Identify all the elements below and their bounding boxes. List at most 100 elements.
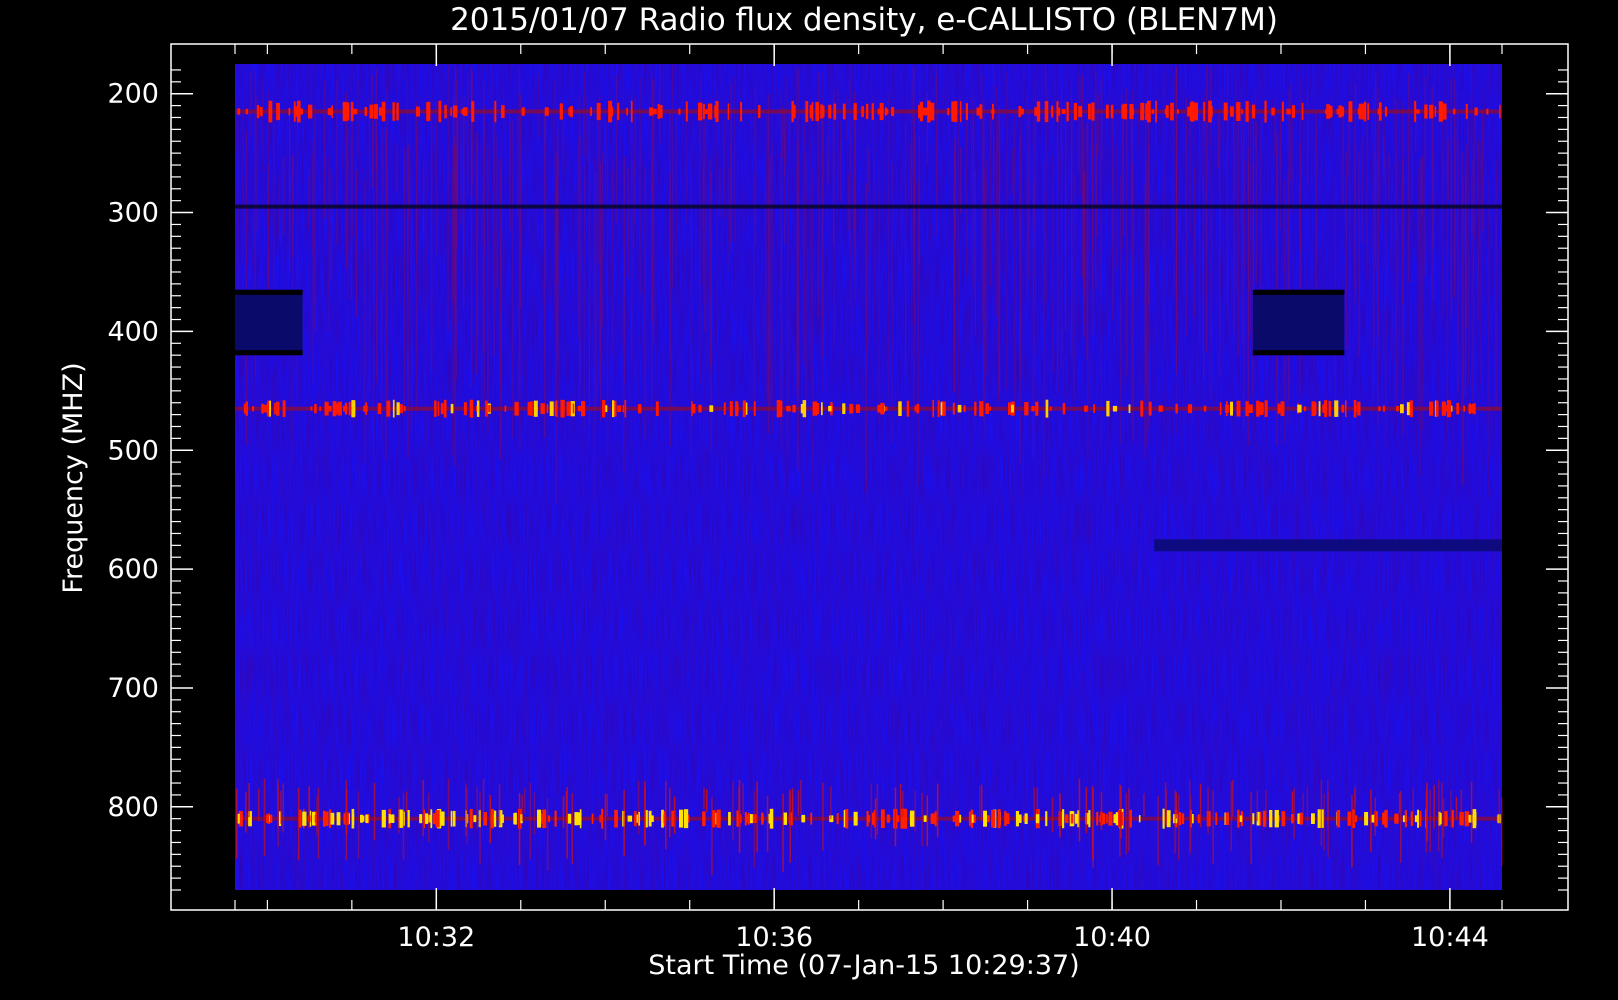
rfi-burst bbox=[450, 403, 454, 414]
rfi-burst bbox=[1131, 108, 1134, 115]
rfi-burst bbox=[691, 401, 693, 417]
rfi-burst bbox=[881, 108, 884, 115]
rfi-burst bbox=[1404, 810, 1407, 828]
rfi-burst bbox=[601, 808, 604, 829]
rfi-burst bbox=[435, 810, 440, 828]
striation bbox=[1206, 65, 1208, 352]
rfi-burst bbox=[1274, 810, 1279, 828]
rfi-burst-streak bbox=[482, 779, 485, 817]
striation bbox=[1361, 137, 1363, 243]
rfi-burst-streak bbox=[447, 778, 450, 850]
spectrogram-image bbox=[235, 64, 1503, 890]
rfi-burst bbox=[1024, 813, 1028, 824]
rfi-burst bbox=[1175, 403, 1178, 414]
striation bbox=[1219, 100, 1221, 377]
rfi-burst bbox=[1338, 105, 1343, 118]
rfi-burst-streak bbox=[1501, 797, 1503, 866]
rfi-burst-streak bbox=[1370, 789, 1372, 852]
striation bbox=[455, 147, 457, 381]
rfi-burst bbox=[740, 101, 743, 122]
striation bbox=[493, 105, 495, 356]
rfi-burst bbox=[702, 811, 706, 827]
rfi-burst bbox=[1112, 405, 1118, 412]
rfi-burst-streak bbox=[529, 782, 532, 860]
rfi-burst-streak bbox=[703, 787, 705, 809]
striation bbox=[1092, 144, 1094, 336]
striation bbox=[1043, 162, 1045, 477]
rfi-burst-streak bbox=[1036, 787, 1038, 813]
rfi-burst bbox=[322, 810, 326, 827]
rfi-burst-streak bbox=[373, 782, 376, 840]
rfi-burst bbox=[1415, 109, 1420, 114]
rfi-burst bbox=[1297, 404, 1302, 413]
rfi-burst bbox=[916, 403, 920, 414]
rfi-burst bbox=[1045, 399, 1049, 418]
rfi-burst-streak bbox=[606, 794, 608, 817]
striation bbox=[1252, 164, 1254, 394]
rfi-burst bbox=[1278, 404, 1282, 413]
dark-block bbox=[1252, 289, 1345, 356]
rfi-burst-streak bbox=[1085, 787, 1088, 834]
dark-block-edge bbox=[235, 350, 303, 356]
striation bbox=[1178, 170, 1180, 366]
rfi-burst bbox=[821, 105, 825, 118]
rfi-burst bbox=[1472, 809, 1477, 829]
rfi-burst bbox=[997, 809, 1001, 829]
rfi-burst bbox=[1303, 406, 1307, 412]
striation bbox=[1457, 140, 1459, 393]
rfi-burst bbox=[596, 103, 601, 121]
rfi-burst bbox=[976, 107, 980, 116]
y-tick-label: 300 bbox=[107, 198, 159, 229]
rfi-burst bbox=[1036, 101, 1041, 122]
rfi-burst bbox=[709, 405, 714, 412]
rfi-burst-streak bbox=[479, 791, 481, 864]
rfi-burst bbox=[268, 100, 273, 123]
rfi-burst bbox=[424, 813, 429, 824]
rfi-burst bbox=[1345, 400, 1347, 417]
rfi-burst bbox=[1225, 812, 1229, 825]
rfi-burst bbox=[1248, 404, 1253, 413]
rfi-burst-streak bbox=[1438, 779, 1440, 852]
rfi-burst-streak bbox=[1291, 791, 1294, 814]
striation bbox=[483, 81, 485, 354]
striation bbox=[837, 90, 839, 202]
striation bbox=[911, 64, 913, 357]
rfi-burst-streak bbox=[428, 792, 430, 843]
rfi-burst-streak bbox=[669, 787, 671, 837]
striation bbox=[1461, 152, 1463, 485]
rfi-burst bbox=[728, 812, 731, 826]
rfi-burst-streak bbox=[766, 795, 769, 852]
striation bbox=[283, 157, 285, 235]
rfi-burst bbox=[1128, 404, 1131, 413]
striation bbox=[973, 95, 975, 301]
rfi-burst bbox=[828, 406, 832, 412]
rfi-burst bbox=[361, 815, 365, 822]
striation bbox=[868, 145, 870, 350]
rfi-burst bbox=[529, 401, 533, 416]
striation bbox=[382, 127, 384, 291]
rfi-burst bbox=[1424, 104, 1428, 119]
y-tick-label: 700 bbox=[107, 673, 159, 704]
striation bbox=[447, 64, 449, 331]
striation bbox=[782, 106, 784, 158]
rfi-burst bbox=[501, 105, 505, 118]
rfi-burst bbox=[504, 405, 507, 412]
striation bbox=[1456, 91, 1458, 157]
striation bbox=[983, 132, 985, 371]
striation bbox=[1342, 116, 1344, 208]
rfi-burst bbox=[288, 107, 291, 116]
rfi-burst bbox=[1088, 103, 1091, 120]
rfi-burst bbox=[1245, 401, 1249, 417]
striation bbox=[905, 124, 907, 375]
rfi-burst-streak bbox=[1143, 793, 1145, 817]
striation bbox=[1210, 149, 1212, 400]
striation bbox=[878, 165, 880, 424]
y-tick-label: 200 bbox=[107, 79, 159, 110]
rfi-burst-streak bbox=[422, 780, 424, 837]
striation bbox=[1410, 98, 1412, 229]
striation bbox=[330, 169, 332, 279]
rfi-burst bbox=[1281, 813, 1286, 824]
rfi-burst bbox=[336, 812, 341, 826]
striation bbox=[1402, 100, 1404, 436]
rfi-burst bbox=[1349, 106, 1352, 117]
